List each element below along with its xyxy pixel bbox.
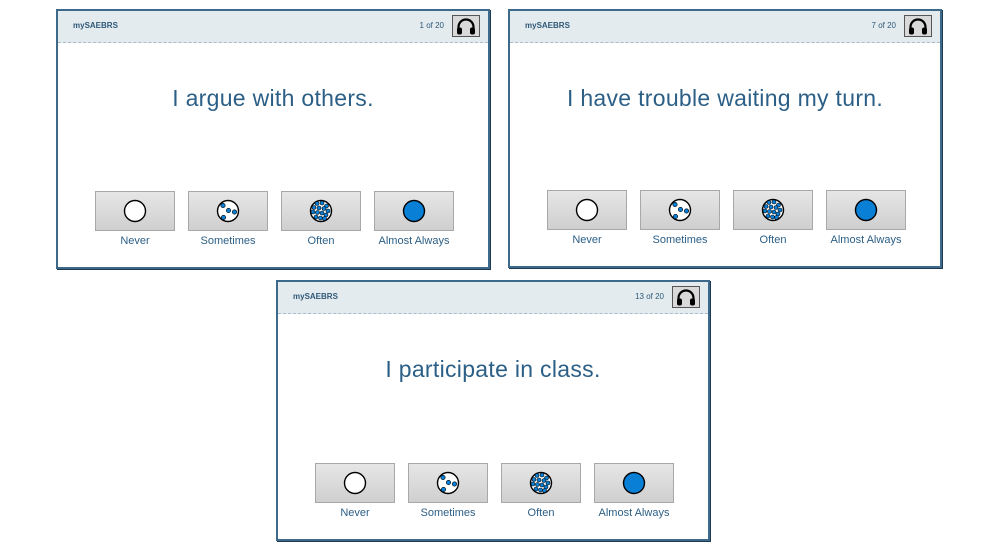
- question-text: I participate in class.: [385, 356, 601, 382]
- option-label: Sometimes: [420, 507, 476, 519]
- empty-circle-icon: [123, 199, 147, 223]
- option-button[interactable]: [95, 191, 175, 231]
- headphones-icon: [457, 17, 475, 34]
- option-often[interactable]: Often: [281, 191, 361, 247]
- option-sometimes[interactable]: Sometimes: [408, 463, 488, 519]
- filled-circle-icon: [854, 198, 878, 222]
- option-button[interactable]: [501, 463, 581, 503]
- many-dots-circle-icon: [529, 471, 553, 495]
- header-bar: mySAEBRS 1 of 20: [58, 11, 488, 43]
- option-label: Sometimes: [200, 235, 256, 247]
- response-options: Never Sometimes Often Almost Always: [547, 190, 906, 246]
- empty-circle-icon: [343, 471, 367, 495]
- empty-circle-icon: [575, 198, 599, 222]
- header-bar: mySAEBRS 7 of 20: [510, 11, 940, 43]
- option-label: Never: [120, 235, 150, 247]
- option-often[interactable]: Often: [501, 463, 581, 519]
- few-dots-circle-icon: [216, 199, 240, 223]
- option-label: Often: [307, 235, 335, 247]
- option-button[interactable]: [733, 190, 813, 230]
- option-often[interactable]: Often: [733, 190, 813, 246]
- few-dots-circle-icon: [436, 471, 460, 495]
- response-options: Never Sometimes Often Almost Always: [95, 191, 454, 247]
- progress-indicator: 7 of 20: [871, 21, 896, 30]
- option-label: Never: [572, 234, 602, 246]
- option-sometimes[interactable]: Sometimes: [188, 191, 268, 247]
- option-almost-always[interactable]: Almost Always: [594, 463, 674, 519]
- option-label: Almost Always: [378, 235, 450, 247]
- audio-button[interactable]: [452, 15, 480, 37]
- audio-button[interactable]: [904, 15, 932, 37]
- headphones-icon: [909, 17, 927, 34]
- option-button[interactable]: [281, 191, 361, 231]
- progress-indicator: 1 of 20: [419, 21, 444, 30]
- option-label: Never: [340, 507, 370, 519]
- option-almost-always[interactable]: Almost Always: [826, 190, 906, 246]
- survey-screen-1: mySAEBRS 1 of 20 I argue with others. Ne…: [56, 9, 490, 269]
- header-bar: mySAEBRS 13 of 20: [278, 282, 708, 314]
- survey-screen-3: mySAEBRS 13 of 20 I participate in class…: [276, 280, 710, 541]
- option-almost-always[interactable]: Almost Always: [374, 191, 454, 247]
- option-button[interactable]: [640, 190, 720, 230]
- option-button[interactable]: [547, 190, 627, 230]
- app-title: mySAEBRS: [293, 292, 338, 301]
- progress-indicator: 13 of 20: [635, 292, 664, 301]
- option-button[interactable]: [188, 191, 268, 231]
- option-never[interactable]: Never: [95, 191, 175, 247]
- option-label: Often: [759, 234, 787, 246]
- option-button[interactable]: [374, 191, 454, 231]
- headphones-icon: [677, 288, 695, 305]
- question-text: I argue with others.: [172, 85, 374, 111]
- option-never[interactable]: Never: [315, 463, 395, 519]
- option-never[interactable]: Never: [547, 190, 627, 246]
- option-sometimes[interactable]: Sometimes: [640, 190, 720, 246]
- few-dots-circle-icon: [668, 198, 692, 222]
- app-title: mySAEBRS: [73, 21, 118, 30]
- app-title: mySAEBRS: [525, 21, 570, 30]
- option-button[interactable]: [315, 463, 395, 503]
- option-label: Sometimes: [652, 234, 708, 246]
- many-dots-circle-icon: [309, 199, 333, 223]
- option-label: Often: [527, 507, 555, 519]
- option-label: Almost Always: [830, 234, 902, 246]
- option-label: Almost Always: [598, 507, 670, 519]
- filled-circle-icon: [622, 471, 646, 495]
- option-button[interactable]: [594, 463, 674, 503]
- question-text: I have trouble waiting my turn.: [566, 85, 884, 111]
- survey-screen-2: mySAEBRS 7 of 20 I have trouble waiting …: [508, 9, 942, 268]
- option-button[interactable]: [408, 463, 488, 503]
- many-dots-circle-icon: [761, 198, 785, 222]
- filled-circle-icon: [402, 199, 426, 223]
- audio-button[interactable]: [672, 286, 700, 308]
- response-options: Never Sometimes Often Almost Always: [315, 463, 674, 519]
- option-button[interactable]: [826, 190, 906, 230]
